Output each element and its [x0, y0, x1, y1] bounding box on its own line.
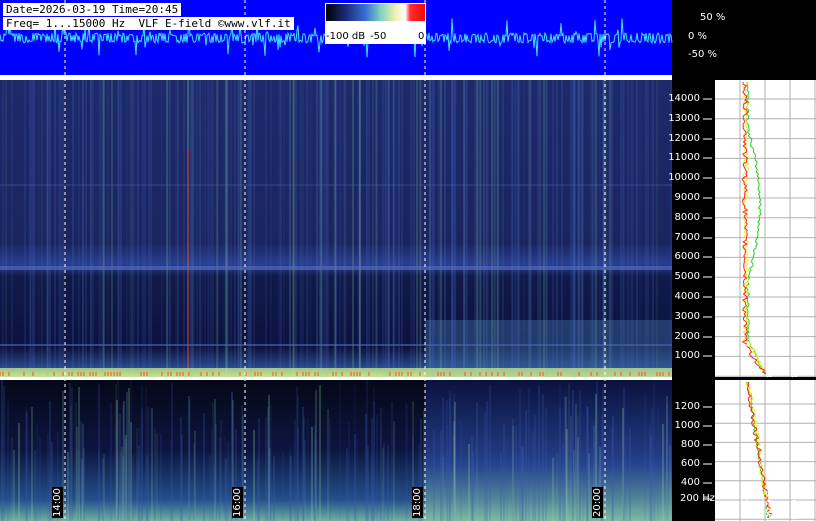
upper-freq-label: 11000 [668, 152, 700, 163]
percent-label-neg50: -50 % [688, 49, 718, 60]
lower-freq-label: 200 Hz [679, 493, 715, 504]
db-label: 100 dB [738, 343, 748, 375]
upper-freq-label: 14000 [668, 93, 700, 104]
db-label: 60.0 dB [763, 485, 773, 520]
percent-label-50: 50 % [700, 12, 726, 23]
scale-label-min: -100 dB [326, 31, 366, 42]
time-label: 20:00 [592, 487, 603, 518]
upper-freq-label: 8000 [674, 212, 700, 223]
lower-freq-label: 1000 [674, 420, 700, 431]
db-label: 100 dB [738, 485, 748, 517]
upper-freq-label: 12000 [668, 133, 700, 144]
upper-freq-label: 10000 [668, 172, 700, 183]
lower-freq-label: 1200 [674, 401, 700, 412]
lower-freq-label: 600 [680, 458, 700, 469]
panel-divider-2 [0, 377, 672, 380]
scale-label-mid: -50 [370, 31, 387, 42]
upper-freq-label: 9000 [674, 192, 700, 203]
lower-freq-label: 400 [680, 477, 700, 488]
scale-label-max: 0 [418, 31, 425, 42]
time-label: 18:00 [412, 487, 423, 518]
db-label: 60.0 dB [763, 343, 773, 378]
vlf-spectrogram-window: Date=2026-03-19 Time=20:45 Freq= 1...150… [0, 0, 816, 521]
db-label: 40.0 dB [788, 485, 798, 520]
time-label: 16:00 [232, 487, 243, 518]
time-label: 14:00 [52, 487, 63, 518]
upper-freq-label: 1000 [674, 350, 700, 361]
frequency-label: Freq= 1...15000 Hz VLF E-field ©www.vlf.… [3, 17, 294, 30]
upper-freq-label: 2000 [674, 331, 700, 342]
panel-divider [0, 75, 672, 80]
upper-freq-label: 13000 [668, 113, 700, 124]
frequency-ticks [703, 98, 712, 500]
upper-freq-label: 6000 [674, 251, 700, 262]
color-scale-legend: -100 dB -50 0 [325, 3, 426, 44]
upper-freq-label: 3000 [674, 311, 700, 322]
date-time-label: Date=2026-03-19 Time=20:45 [3, 3, 182, 16]
upper-spectrogram-streaks [0, 80, 672, 377]
db-label: 40.0 dB [788, 343, 798, 378]
upper-freq-label: 4000 [674, 291, 700, 302]
color-scale-bar [326, 4, 425, 21]
upper-freq-label: 7000 [674, 232, 700, 243]
percent-label-0: 0 % [688, 31, 708, 42]
lower-freq-label: 800 [680, 439, 700, 450]
upper-freq-label: 5000 [674, 271, 700, 282]
